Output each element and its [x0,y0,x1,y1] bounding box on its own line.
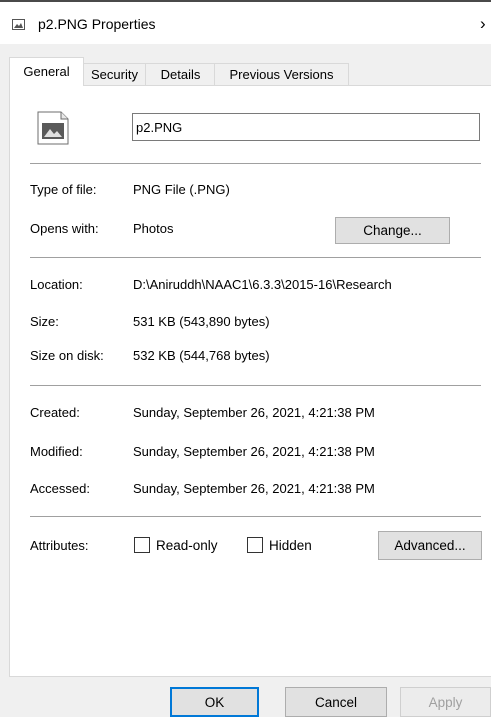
read-only-checkbox[interactable] [134,537,150,553]
separator [30,385,481,386]
cancel-button[interactable]: Cancel [285,687,387,717]
advanced-button[interactable]: Advanced... [378,531,482,560]
close-icon[interactable]: › [480,14,486,34]
ok-button[interactable]: OK [170,687,259,717]
read-only-label[interactable]: Read-only [156,538,218,553]
tab-security[interactable]: Security [82,63,147,86]
size-on-disk-label: Size on disk: [30,348,104,363]
location-label: Location: [30,277,83,292]
type-of-file-value: PNG File (.PNG) [133,182,230,197]
tab-general[interactable]: General [9,57,84,86]
hidden-label[interactable]: Hidden [269,538,312,553]
window-top-border [0,0,491,2]
window-title: p2.PNG Properties [38,16,156,32]
type-of-file-label: Type of file: [30,182,97,197]
size-on-disk-value: 532 KB (544,768 bytes) [133,348,270,363]
separator [30,257,481,258]
hidden-checkbox[interactable] [247,537,263,553]
created-label: Created: [30,405,80,420]
tab-previous-versions[interactable]: Previous Versions [214,63,349,86]
location-value: D:\Aniruddh\NAAC1\6.3.3\2015-16\Research [133,277,392,292]
size-label: Size: [30,314,59,329]
general-panel [9,85,491,677]
size-value: 531 KB (543,890 bytes) [133,314,270,329]
tab-details[interactable]: Details [145,63,216,86]
file-name-input[interactable] [132,113,480,141]
change-button[interactable]: Change... [335,217,450,244]
separator [30,516,481,517]
image-file-icon [37,111,69,145]
title-bar: p2.PNG Properties › [0,0,491,44]
accessed-value: Sunday, September 26, 2021, 4:21:38 PM [133,481,375,496]
apply-button[interactable]: Apply [400,687,491,717]
opens-with-label: Opens with: [30,221,99,236]
accessed-label: Accessed: [30,481,90,496]
opens-with-value: Photos [133,221,174,236]
attributes-label: Attributes: [30,538,89,553]
separator [30,163,481,164]
created-value: Sunday, September 26, 2021, 4:21:38 PM [133,405,375,420]
modified-value: Sunday, September 26, 2021, 4:21:38 PM [133,444,375,459]
modified-label: Modified: [30,444,83,459]
image-file-icon [12,19,25,30]
